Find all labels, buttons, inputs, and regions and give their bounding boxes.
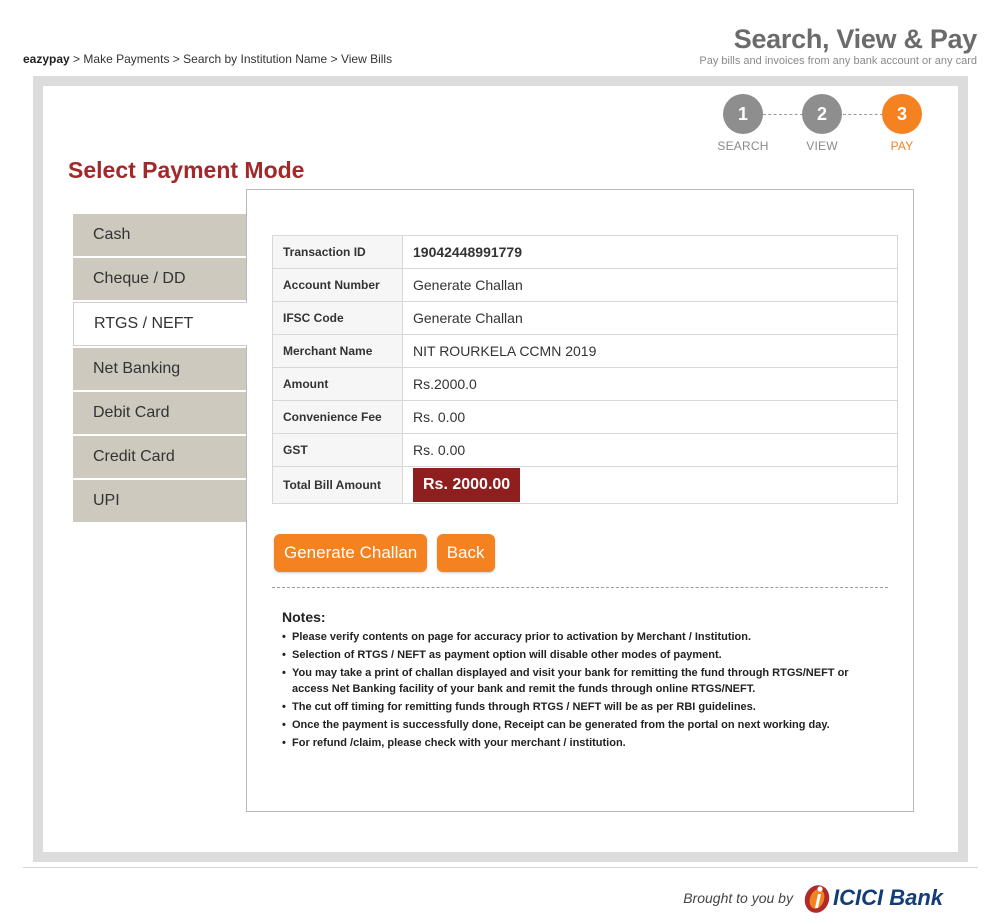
note-item: For refund /claim, please check with you… — [282, 735, 862, 751]
generate-challan-button[interactable]: Generate Challan — [274, 534, 428, 572]
step-view: 2 VIEW — [796, 94, 848, 153]
note-item: The cut off timing for remitting funds t… — [282, 699, 862, 715]
total-amount-cell: Rs. 2000.00 — [402, 466, 898, 504]
bank-name: ICICI Bank — [832, 885, 943, 910]
tab-cash[interactable]: Cash — [73, 214, 246, 256]
table-row: Convenience Fee Rs. 0.00 — [272, 400, 898, 434]
tab-net-banking[interactable]: Net Banking — [73, 348, 246, 390]
table-row: Transaction ID 19042448991779 — [272, 235, 898, 269]
breadcrumb: eazypay > Make Payments > Search by Inst… — [23, 52, 392, 66]
gst-value: Rs. 0.00 — [402, 433, 898, 467]
page-title: Select Payment Mode — [68, 157, 305, 183]
tab-upi[interactable]: UPI — [73, 480, 246, 522]
row-key: Merchant Name — [272, 334, 403, 368]
tab-rtgs-neft[interactable]: RTGS / NEFT — [73, 302, 247, 346]
icici-logo-icon — [804, 885, 830, 913]
note-item: You may take a print of challan displaye… — [282, 665, 862, 697]
row-key: Account Number — [272, 268, 403, 302]
row-key: GST — [272, 433, 403, 467]
back-button[interactable]: Back — [436, 534, 495, 572]
breadcrumb-separator: > — [172, 52, 180, 66]
transaction-id-value: 19042448991779 — [402, 235, 898, 269]
table-row: IFSC Code Generate Challan — [272, 301, 898, 335]
breadcrumb-separator: > — [73, 52, 81, 66]
progress-stepper: 1 SEARCH 2 VIEW 3 PAY — [717, 94, 927, 154]
notes-list: Please verify contents on page for accur… — [282, 629, 862, 751]
breadcrumb-home-link[interactable]: eazypay — [23, 52, 70, 66]
step-search: 1 SEARCH — [717, 94, 769, 153]
convenience-fee-value: Rs. 0.00 — [402, 400, 898, 434]
notes-section: Notes: Please verify contents on page fo… — [282, 609, 862, 753]
brand-subtitle: Pay bills and invoices from any bank acc… — [699, 55, 977, 67]
table-row: Total Bill Amount Rs. 2000.00 — [272, 466, 898, 504]
brand-title: Search, View & Pay — [733, 24, 978, 54]
breadcrumb-item-make-payments[interactable]: Make Payments — [83, 52, 169, 66]
brand-header: Search, View & Pay Pay bills and invoice… — [699, 24, 977, 67]
step-label: SEARCH — [717, 139, 769, 153]
amount-value: Rs.2000.0 — [402, 367, 898, 401]
breadcrumb-separator: > — [330, 52, 338, 66]
ifsc-code-value: Generate Challan — [402, 301, 898, 335]
table-row: Amount Rs.2000.0 — [272, 367, 898, 401]
row-key: IFSC Code — [272, 301, 403, 335]
tab-cheque-dd[interactable]: Cheque / DD — [73, 258, 246, 300]
note-item: Once the payment is successfully done, R… — [282, 717, 862, 733]
step-number: 2 — [802, 94, 842, 134]
step-label: VIEW — [806, 139, 838, 153]
tab-debit-card[interactable]: Debit Card — [73, 392, 246, 434]
merchant-name-value: NIT ROURKELA CCMN 2019 — [402, 334, 898, 368]
table-row: GST Rs. 0.00 — [272, 433, 898, 467]
footer-divider — [23, 867, 978, 868]
account-number-value: Generate Challan — [402, 268, 898, 302]
total-amount-badge: Rs. 2000.00 — [413, 468, 521, 502]
step-pay: 3 PAY — [876, 94, 928, 153]
row-key: Amount — [272, 367, 403, 401]
table-row: Account Number Generate Challan — [272, 268, 898, 302]
notes-title: Notes: — [282, 609, 326, 625]
bill-details-table: Transaction ID 19042448991779 Account Nu… — [272, 235, 898, 504]
step-label: PAY — [890, 139, 914, 153]
table-row: Merchant Name NIT ROURKELA CCMN 2019 — [272, 334, 898, 368]
action-buttons: Generate Challan Back — [274, 534, 500, 572]
row-key: Convenience Fee — [272, 400, 403, 434]
payment-mode-tabs: Cash Cheque / DD RTGS / NEFT Net Banking… — [73, 214, 247, 524]
divider — [272, 587, 888, 588]
brought-to-you-by-text: Brought to you by — [683, 890, 793, 906]
step-number: 3 — [882, 94, 922, 134]
step-number: 1 — [723, 94, 763, 134]
breadcrumb-item-view-bills: View Bills — [340, 52, 393, 66]
row-key: Total Bill Amount — [272, 466, 403, 504]
tab-credit-card[interactable]: Credit Card — [73, 436, 246, 478]
note-item: Please verify contents on page for accur… — [282, 629, 862, 645]
footer: Brought to you by ICICI Bank — [683, 880, 943, 916]
note-item: Selection of RTGS / NEFT as payment opti… — [282, 647, 862, 663]
row-key: Transaction ID — [272, 235, 403, 269]
breadcrumb-item-search-by-institution[interactable]: Search by Institution Name — [183, 52, 327, 66]
